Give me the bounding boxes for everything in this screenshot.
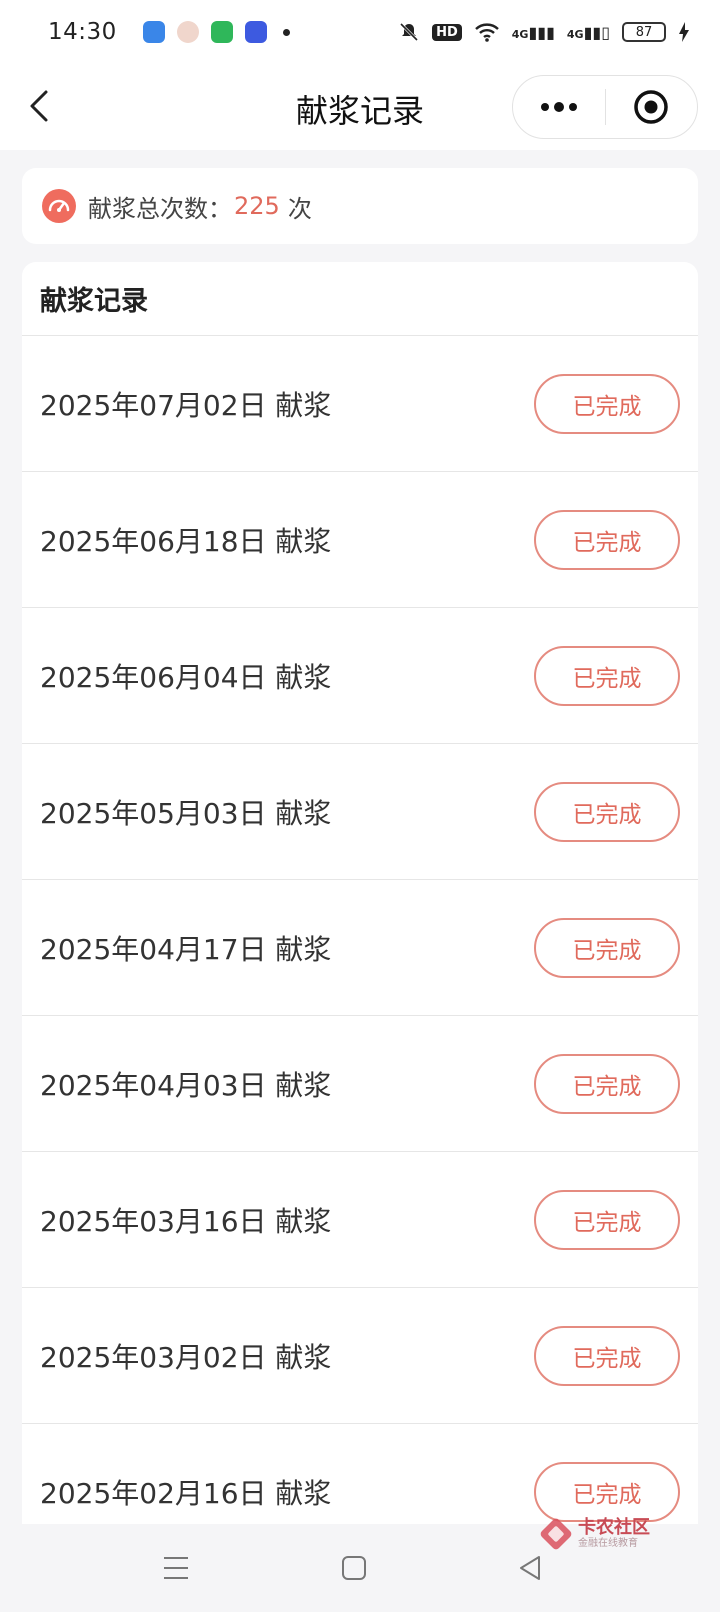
status-badge[interactable]: 已完成 xyxy=(534,645,680,706)
record-row[interactable]: 2025年07月02日 献浆 已完成 xyxy=(22,336,698,472)
record-row[interactable]: 2025年03月02日 献浆 已完成 xyxy=(22,1288,698,1424)
record-date: 2025年04月03日 献浆 xyxy=(40,1068,332,1102)
records-header: 献浆记录 xyxy=(22,262,698,336)
square-icon xyxy=(342,1556,366,1580)
status-badge[interactable]: 已完成 xyxy=(534,1189,680,1250)
mini-program-capsule xyxy=(512,75,698,139)
status-badge[interactable]: 已完成 xyxy=(534,781,680,842)
more-notifications-icon xyxy=(282,28,290,36)
record-row[interactable]: 2025年04月17日 献浆 已完成 xyxy=(22,880,698,1016)
status-badge[interactable]: 已完成 xyxy=(534,373,680,434)
watermark: 卡农社区 金融在线教育 xyxy=(540,1518,650,1550)
more-button[interactable] xyxy=(513,75,605,139)
signal-4g-icon: 4G▮▮▮ xyxy=(511,22,555,42)
status-badge[interactable]: 已完成 xyxy=(534,1325,680,1386)
watermark-logo-icon xyxy=(540,1518,572,1550)
charging-icon xyxy=(679,22,689,42)
status-badge[interactable]: 已完成 xyxy=(534,917,680,978)
summary-count: 225 xyxy=(234,192,280,220)
more-dots-icon xyxy=(540,102,577,112)
target-icon xyxy=(634,90,668,124)
status-app-icons xyxy=(142,21,290,43)
watermark-tagline: 金融在线教育 xyxy=(578,1538,638,1549)
triangle-back-icon xyxy=(520,1556,540,1580)
watermark-name: 卡农社区 xyxy=(578,1517,650,1538)
summary-unit: 次 xyxy=(287,194,312,223)
navigation-bar: 献浆记录 xyxy=(0,64,720,150)
record-date: 2025年06月18日 献浆 xyxy=(40,524,332,558)
record-row[interactable]: 2025年04月03日 献浆 已完成 xyxy=(22,1016,698,1152)
record-date: 2025年05月03日 献浆 xyxy=(40,796,332,830)
avatar-notification-icon xyxy=(176,21,199,43)
home-button[interactable] xyxy=(334,1548,374,1588)
status-bar: 14:30 HD 4G▮▮▮ 4G▮▮▯ 87 xyxy=(0,0,720,64)
record-row[interactable]: 2025年03月16日 献浆 已完成 xyxy=(22,1152,698,1288)
signal-4g-icon-2: 4G▮▮▯ xyxy=(566,22,610,42)
menu-lines-icon xyxy=(164,1557,188,1579)
donation-summary-card: 献浆总次数： 225 次 xyxy=(22,168,698,244)
record-row[interactable]: 2025年06月18日 献浆 已完成 xyxy=(22,472,698,608)
record-date: 2025年03月16日 献浆 xyxy=(40,1204,332,1238)
status-badge[interactable]: 已完成 xyxy=(534,1053,680,1114)
status-time: 14:30 xyxy=(48,19,117,45)
hd-icon: HD xyxy=(432,23,462,41)
records-card: 献浆记录 2025年07月02日 献浆 已完成 2025年06月18日 献浆 已… xyxy=(22,262,698,1612)
record-row[interactable]: 2025年06月04日 献浆 已完成 xyxy=(22,608,698,744)
record-row[interactable]: 2025年05月03日 献浆 已完成 xyxy=(22,744,698,880)
summary-label: 献浆总次数： xyxy=(88,194,232,223)
status-badge[interactable]: 已完成 xyxy=(534,509,680,570)
record-date: 2025年07月02日 献浆 xyxy=(40,388,332,422)
chat-app-icon xyxy=(244,21,267,43)
record-date: 2025年03月02日 献浆 xyxy=(40,1340,332,1374)
shopping-app-icon xyxy=(210,21,233,43)
record-date: 2025年06月04日 献浆 xyxy=(40,660,332,694)
gauge-icon xyxy=(42,189,76,223)
status-indicators: HD 4G▮▮▮ 4G▮▮▯ 87 xyxy=(398,21,690,43)
watermark-text: 卡农社区 金融在线教育 xyxy=(578,1518,650,1550)
recent-apps-button[interactable] xyxy=(156,1548,196,1588)
battery-icon: 87 xyxy=(622,22,666,42)
wifi-icon xyxy=(474,23,499,42)
back-system-button[interactable] xyxy=(510,1548,550,1588)
record-date: 2025年02月16日 献浆 xyxy=(40,1476,332,1510)
app-notification-icon xyxy=(142,21,165,43)
close-mini-program-button[interactable] xyxy=(606,75,698,139)
bell-muted-icon xyxy=(400,22,419,42)
status-badge[interactable]: 已完成 xyxy=(534,1461,680,1522)
record-date: 2025年04月17日 献浆 xyxy=(40,932,332,966)
